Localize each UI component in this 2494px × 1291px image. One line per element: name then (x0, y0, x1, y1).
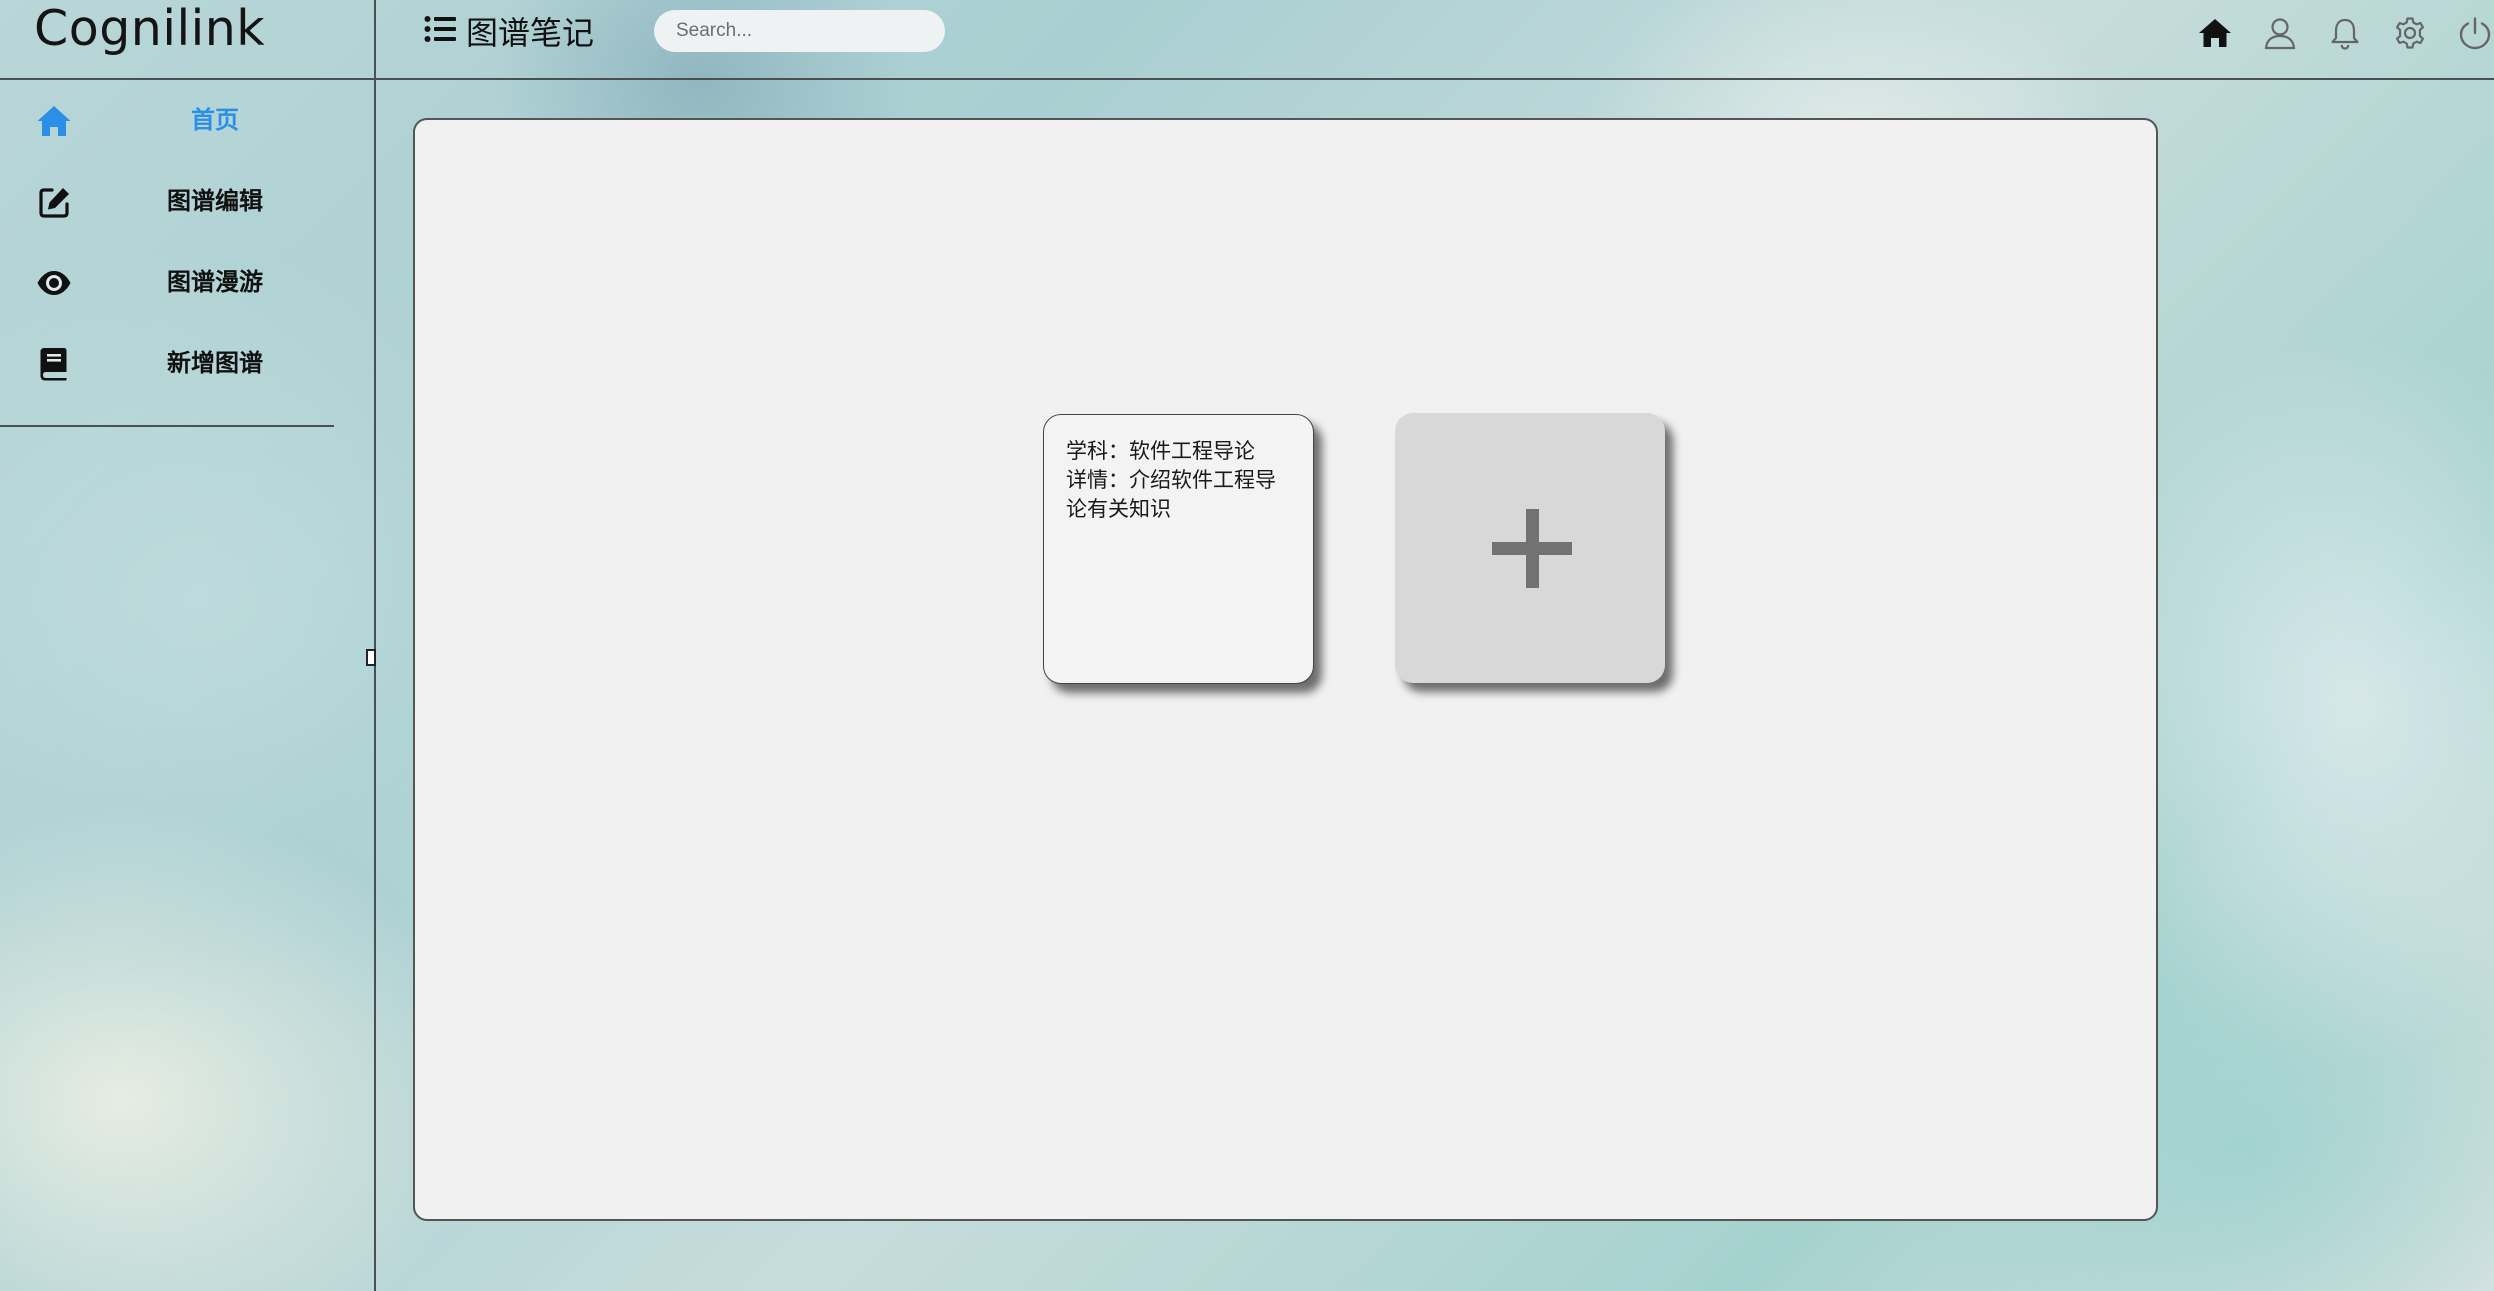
sidebar-item-new-graph[interactable]: 新增图谱 (0, 323, 334, 404)
main-panel: 学科：软件工程导论 详情：介绍软件工程导论有关知识 (413, 118, 2158, 1221)
bell-icon[interactable] (2326, 14, 2364, 52)
sidebar-item-label: 图谱漫游 (167, 268, 263, 296)
header-actions (2169, 12, 2494, 54)
sidebar-item-label: 首页 (191, 106, 239, 134)
sidebar: 首页 图谱编辑 图谱漫游 新增图谱 (0, 80, 334, 404)
sidebar-item-graph-edit[interactable]: 图谱编辑 (0, 161, 334, 242)
power-icon[interactable] (2456, 14, 2494, 52)
sidebar-item-label: 新增图谱 (167, 349, 263, 377)
sidebar-divider (374, 0, 376, 1291)
brand-logo: Cognilink (34, 0, 266, 57)
graph-note-card[interactable]: 学科：软件工程导论 详情：介绍软件工程导论有关知识 (1043, 414, 1314, 684)
sidebar-item-label: 图谱编辑 (167, 187, 263, 215)
eye-icon (34, 263, 74, 303)
book-icon (34, 344, 74, 384)
gear-icon[interactable] (2391, 14, 2429, 52)
edit-icon (34, 182, 74, 222)
sidebar-separator (0, 425, 334, 427)
plus-icon (1526, 509, 1539, 588)
card-subject: 学科：软件工程导论 (1066, 439, 1255, 463)
search-input[interactable] (654, 10, 945, 52)
home-icon (34, 101, 74, 141)
page-heading: 图谱笔记 (424, 8, 594, 54)
user-icon[interactable] (2261, 14, 2299, 52)
home-icon[interactable] (2196, 14, 2234, 52)
add-graph-button[interactable] (1395, 413, 1665, 683)
sidebar-item-graph-roam[interactable]: 图谱漫游 (0, 242, 334, 323)
list-icon (424, 15, 456, 47)
sidebar-resize-handle[interactable] (366, 649, 376, 666)
card-detail: 详情：介绍软件工程导论有关知识 (1066, 468, 1276, 521)
page-title: 图谱笔记 (466, 14, 595, 52)
sidebar-item-home[interactable]: 首页 (0, 80, 334, 161)
